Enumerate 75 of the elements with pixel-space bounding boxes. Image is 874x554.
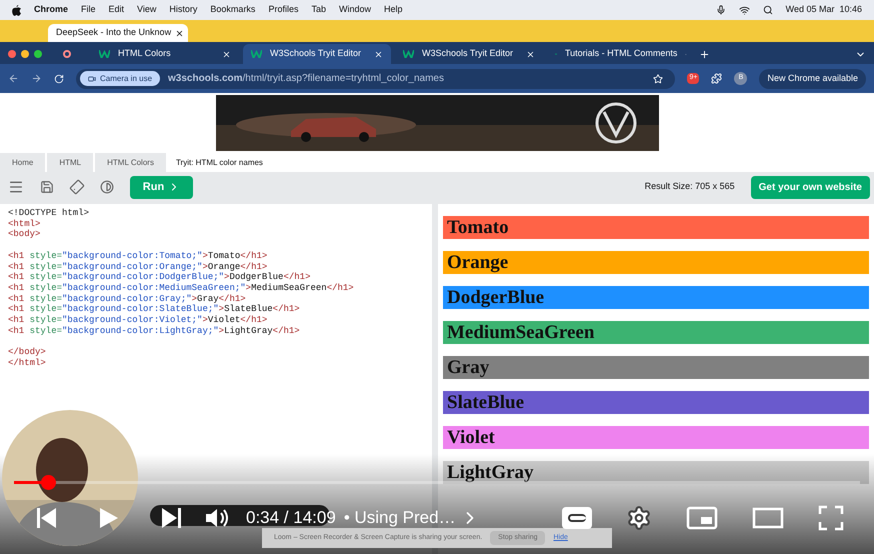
browser-tab[interactable]: HTML Colors <box>91 44 239 64</box>
code-line: <h1 style="background-color:SlateBlue;">SlateBlue</h1> <box>8 304 300 316</box>
code-line: <h1 style="background-color:Orange;">Orange</h1> <box>8 262 268 272</box>
app-menu[interactable]: Chrome <box>34 3 68 17</box>
result-heading: Violet <box>443 426 869 449</box>
back-icon[interactable] <box>8 73 19 84</box>
breadcrumb-link[interactable]: Home <box>0 153 46 172</box>
menu-item[interactable]: File <box>81 3 96 17</box>
menu-item[interactable]: Edit <box>108 3 124 17</box>
menu-icon[interactable] <box>8 179 24 195</box>
breadcrumb-current: Tryit: HTML color names <box>174 156 264 168</box>
settings-icon[interactable] <box>626 505 652 531</box>
rotate-icon[interactable] <box>67 177 87 197</box>
camera-chip[interactable]: Camera in use <box>80 71 160 86</box>
code-line: <h1 style="background-color:LightGray;">LightGray</h1> <box>8 326 300 336</box>
previous-icon[interactable] <box>34 506 58 530</box>
search-icon[interactable] <box>762 5 773 15</box>
result-heading: SlateBlue <box>443 391 869 414</box>
save-icon[interactable] <box>40 180 54 194</box>
result-heading: Tomato <box>443 216 869 239</box>
code-line: <body> <box>8 229 40 240</box>
browser-tab[interactable]: W3Schools Tryit Editor <box>395 44 543 64</box>
captions-icon[interactable] <box>562 507 592 529</box>
result-heading: DodgerBlue <box>443 286 869 309</box>
browser-tab[interactable]: DeepSeek - Into the Unknow <box>48 24 188 42</box>
code-line: <h1 style="background-color:Gray;">Gray</h1> <box>8 294 246 304</box>
miniplayer-icon[interactable] <box>686 506 718 530</box>
breadcrumb-link[interactable]: HTML Colors <box>95 153 166 172</box>
video-time: 0:34 / 14:09 <box>246 507 336 530</box>
next-icon[interactable] <box>160 506 184 530</box>
menu-item[interactable]: Help <box>384 3 402 17</box>
code-line: <html> <box>8 218 40 230</box>
code-line: <!DOCTYPE html> <box>8 208 90 219</box>
menu-item[interactable]: History <box>169 3 198 17</box>
result-heading: Orange <box>443 251 869 274</box>
forward-icon[interactable] <box>31 73 42 84</box>
url-field[interactable]: Camera in use w3schools.com/html/tryit.asp?filename=tryhtml_color_names <box>76 68 676 88</box>
result-heading: Gray <box>443 356 869 379</box>
wifi-icon[interactable] <box>738 4 750 16</box>
theater-icon[interactable] <box>752 507 784 529</box>
menu-item[interactable]: Tab <box>311 3 326 17</box>
bookmark-icon[interactable] <box>653 74 664 84</box>
result-heading: MediumSeaGreen <box>443 321 869 344</box>
reload-icon[interactable] <box>54 74 64 84</box>
code-line: <h1 style="background-color:DodgerBlue;">DodgerBlue</h1> <box>8 272 310 283</box>
menu-item[interactable]: Window <box>338 3 371 17</box>
record-icon <box>63 50 71 58</box>
minimize-window-button[interactable] <box>21 50 29 58</box>
play-icon[interactable] <box>98 506 120 530</box>
code-line: </html> <box>8 358 46 369</box>
menu-item[interactable]: Bookmarks <box>210 3 256 17</box>
extensions-icon[interactable] <box>711 73 722 84</box>
volume-icon[interactable] <box>204 506 230 530</box>
theme-icon[interactable] <box>100 180 114 194</box>
breadcrumb-link[interactable]: HTML <box>47 153 94 172</box>
code-line: <h1 style="background-color:Violet;">Violet</h1> <box>8 315 268 326</box>
url-text: w3schools.com/html/tryit.asp?filename=tryhtml_color_names <box>168 72 445 86</box>
browser-tab[interactable]: W3Schools Tryit Editor <box>243 44 391 64</box>
menu-item[interactable]: View <box>137 3 156 17</box>
result-size: Result Size: 705 x 565 <box>644 180 735 194</box>
zoom-window-button[interactable] <box>34 50 42 58</box>
close-window-button[interactable] <box>8 50 16 58</box>
apple-icon[interactable] <box>12 4 21 16</box>
microphone-icon[interactable] <box>716 5 726 15</box>
code-line: <h1 style="background-color:Tomato;">Tomato</h1> <box>8 250 268 262</box>
code-line: <h1 style="background-color:MediumSeaGreen;">MediumSeaGreen</h1> <box>8 282 354 294</box>
camera-icon <box>88 74 96 82</box>
menu-clock[interactable]: Wed 05 Mar 10:46 <box>786 3 862 17</box>
fullscreen-icon[interactable] <box>818 505 844 531</box>
update-button[interactable]: New Chrome available <box>759 68 866 88</box>
browser-tab[interactable]: Tutorials - HTML Comments <box>547 44 695 64</box>
result-heading: LightGray <box>443 461 869 484</box>
menu-item[interactable]: Profiles <box>268 3 298 17</box>
code-line: </body> <box>8 347 46 358</box>
new-tab-icon[interactable] <box>699 49 710 60</box>
